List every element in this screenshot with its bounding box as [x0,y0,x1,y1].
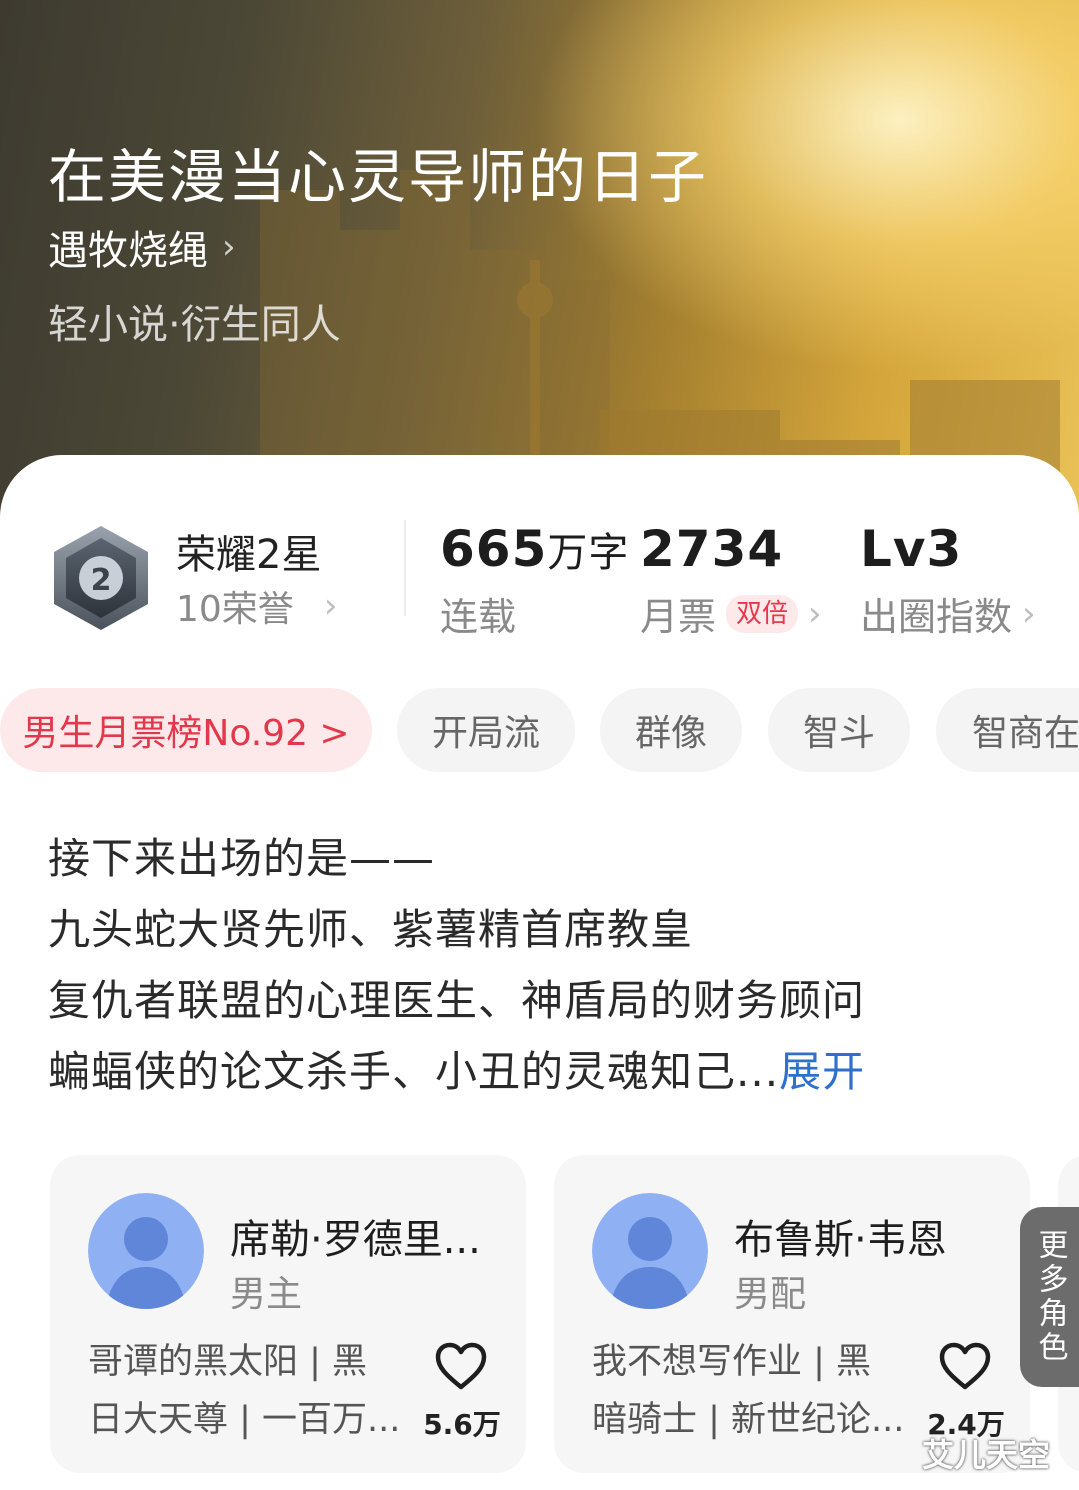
book-genre: 轻小说·衍生同人 [48,302,341,348]
character-desc: 我不想写作业 | 黑 暗骑士 | 新世纪论... [592,1333,912,1449]
author-link[interactable]: 遇牧烧绳 › [48,218,236,276]
medal-2-icon[interactable]: 2 [50,524,152,632]
character-desc-line: 暗骑士 | 新世纪论... [592,1400,905,1440]
avatar-silhouette-icon [88,1193,204,1309]
stats-row: 2 荣耀2星 10荣誉 › 665万字 连载 2734 月票 双倍 › Lv3 … [0,520,1079,640]
character-desc-line: 我不想写作业 | 黑 [592,1342,872,1382]
popularity-label: 出圈指数 [860,595,1013,639]
book-title: 在美漫当心灵导师的日子 [48,143,709,211]
honor-title: 荣耀2星 [176,532,322,578]
character-role: 男配 [734,1274,807,1315]
chevron-right-icon: › [222,227,236,267]
synopsis[interactable]: 接下来出场的是—— 九头蛇大贤先师、紫薯精首席教皇 复仇者联盟的心理医生、神盾局… [48,823,1038,1107]
heart-icon[interactable] [938,1341,992,1391]
heart-icon[interactable] [434,1341,488,1391]
avatar-silhouette-icon [592,1193,708,1309]
svg-text:2: 2 [91,563,112,598]
honor-link[interactable]: 10荣誉 › [176,580,337,632]
character-name: 席勒·罗德里... [230,1217,481,1263]
character-role: 男主 [230,1274,303,1315]
character-desc: 哥谭的黑太阳 | 黑 日大天尊 | 一百万... [88,1333,408,1449]
hero-banner: 在美漫当心灵导师的日子 遇牧烧绳 › 轻小说·衍生同人 [0,0,1079,520]
popularity-stat[interactable]: Lv3 出圈指数 › [860,520,1036,641]
monthly-ticket-label: 月票 [640,595,717,639]
watermark: 艾儿天空 [922,1436,1051,1474]
chevron-right-icon: › [1022,593,1036,634]
divider [404,520,406,616]
tag-chip[interactable]: 智斗 [768,688,910,772]
synopsis-line: 复仇者联盟的心理医生、神盾局的财务顾问 [48,976,866,1025]
synopsis-line: 蝙蝠侠的论文杀手、小丑的灵魂知己... [48,1047,780,1096]
tag-row: 男生月票榜No.92 > 开局流 群像 智斗 智商在 [0,688,1079,772]
honor-points: 10荣誉 [176,589,294,630]
monthly-ticket-value: 2734 [640,520,784,578]
chevron-right-icon: › [323,586,338,626]
more-characters-button[interactable]: 更多角色 [1020,1207,1079,1387]
book-info-card: 2 荣耀2星 10荣誉 › 665万字 连载 2734 月票 双倍 › Lv3 … [0,455,1079,1490]
character-card[interactable]: 席勒·罗德里... 男主 哥谭的黑太阳 | 黑 日大天尊 | 一百万... 5.… [50,1155,526,1473]
character-desc-line: 哥谭的黑太阳 | 黑 [88,1342,368,1382]
serial-status: 连载 [440,595,517,639]
word-count-unit: 万字 [547,530,630,576]
tag-chip[interactable]: 群像 [600,688,742,772]
word-count-value: 665 [440,520,548,578]
more-characters-label: 更多角色 [1032,1229,1068,1365]
double-badge: 双倍 [726,594,799,633]
rank-tag[interactable]: 男生月票榜No.92 > [0,688,372,772]
character-card[interactable]: 布鲁斯·韦恩 男配 我不想写作业 | 黑 暗骑士 | 新世纪论... 2.4万 [554,1155,1030,1473]
tag-chip[interactable]: 开局流 [397,688,575,772]
author-name: 遇牧烧绳 [48,228,208,274]
expand-link[interactable]: 展开 [779,1047,865,1096]
synopsis-line: 九头蛇大贤先师、紫薯精首席教皇 [48,905,694,954]
chevron-right-icon: › [808,593,822,634]
character-desc-line: 日大天尊 | 一百万... [88,1400,401,1440]
word-count-stat: 665万字 连载 [440,520,629,641]
synopsis-line: 接下来出场的是—— [48,834,436,883]
character-name: 布鲁斯·韦恩 [734,1217,947,1263]
popularity-level: Lv3 [860,520,963,578]
like-count: 5.6万 [423,1408,501,1441]
tag-chip[interactable]: 智商在 [936,688,1079,772]
monthly-ticket-stat[interactable]: 2734 月票 双倍 › [640,520,822,641]
